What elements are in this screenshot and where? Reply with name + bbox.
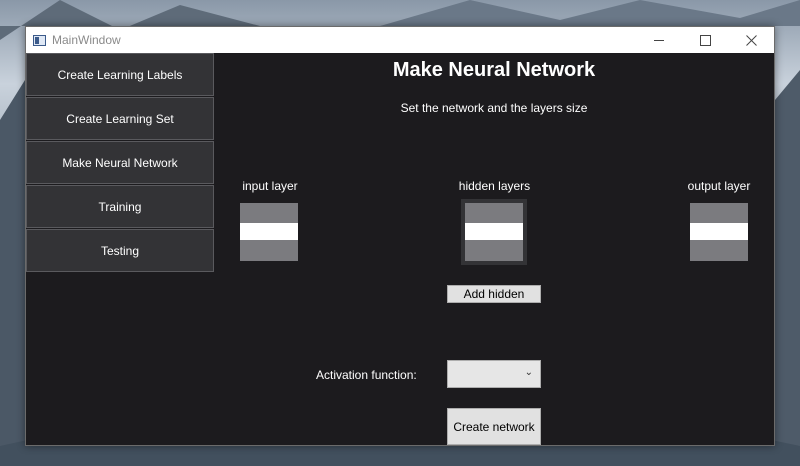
output-layer-label: output layer xyxy=(687,179,751,193)
hidden-layers-panel xyxy=(461,199,527,265)
output-layer-size-field[interactable] xyxy=(690,223,748,240)
sidebar-item-testing[interactable]: Testing xyxy=(26,229,214,272)
hidden-layer-box xyxy=(465,203,523,261)
hidden-layers-label: hidden layers xyxy=(458,179,531,193)
minimize-button[interactable] xyxy=(636,27,682,53)
page-subtitle: Set the network and the layers size xyxy=(400,101,588,115)
chevron-down-icon: ⌄ xyxy=(524,367,533,378)
title-bar: MainWindow xyxy=(26,27,774,53)
sidebar-item-create-learning-set[interactable]: Create Learning Set xyxy=(26,97,214,140)
page-title: Make Neural Network xyxy=(392,59,596,81)
main-window: MainWindow Create Learning Labels Create… xyxy=(25,26,775,446)
output-layer-box xyxy=(690,203,748,261)
activation-function-select[interactable]: ⌄ xyxy=(447,360,541,388)
close-button[interactable] xyxy=(728,27,774,53)
sidebar: Create Learning Labels Create Learning S… xyxy=(26,53,214,273)
hidden-layer-size-field[interactable] xyxy=(465,223,523,240)
minimize-icon xyxy=(654,39,664,41)
add-hidden-button[interactable]: Add hidden xyxy=(447,285,541,303)
window-app-icon xyxy=(33,34,46,46)
close-icon xyxy=(745,34,757,46)
maximize-icon xyxy=(699,34,711,46)
input-layer-box xyxy=(240,203,298,261)
input-layer-label: input layer xyxy=(242,179,298,193)
create-network-button[interactable]: Create network xyxy=(447,408,541,445)
maximize-button[interactable] xyxy=(682,27,728,53)
window-title: MainWindow xyxy=(52,33,121,47)
sidebar-item-make-neural-network[interactable]: Make Neural Network xyxy=(26,141,214,184)
sidebar-item-training[interactable]: Training xyxy=(26,185,214,228)
input-layer-size-field[interactable] xyxy=(240,223,298,240)
sidebar-item-create-learning-labels[interactable]: Create Learning Labels xyxy=(26,53,214,96)
activation-function-label: Activation function: xyxy=(316,368,417,382)
